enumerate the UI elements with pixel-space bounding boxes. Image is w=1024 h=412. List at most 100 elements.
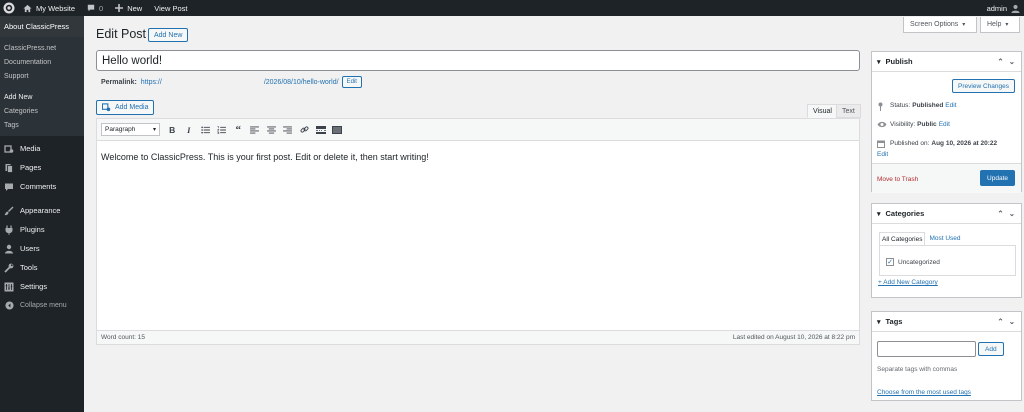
media-icon: [4, 144, 14, 154]
category-checklist: ✓ Uncategorized: [879, 245, 1016, 276]
editor-content[interactable]: Welcome to ClassicPress. This is your fi…: [97, 141, 859, 331]
sidebar-item-comments[interactable]: Comments: [0, 177, 84, 196]
add-tag-button[interactable]: Add: [978, 342, 1004, 356]
categories-box-header[interactable]: ▾ Categories ⌃ ⌄: [872, 204, 1021, 224]
move-up-icon[interactable]: ⌃: [997, 209, 1003, 218]
publish-box: ▾ Publish ⌃ ⌄ Preview Changes Status: Pu…: [871, 51, 1022, 193]
editor-status-bar: Word count: 15 Last edited on August 10,…: [97, 330, 859, 344]
plus-icon: [115, 4, 124, 12]
site-name-link[interactable]: My Website: [17, 0, 81, 16]
category-item[interactable]: ✓ Uncategorized: [886, 258, 940, 266]
checkbox-checked-icon[interactable]: ✓: [886, 258, 894, 266]
tags-box-title: Tags: [885, 317, 903, 326]
classicpress-logo-icon[interactable]: [1, 0, 17, 16]
comments-link[interactable]: 0: [81, 0, 109, 16]
screen-options-tab[interactable]: Screen Options ▾: [903, 17, 977, 33]
move-up-icon[interactable]: ⌃: [997, 57, 1003, 66]
sidebar-item-label: Users: [20, 244, 40, 253]
blockquote-icon[interactable]: “: [230, 123, 247, 137]
numbered-list-icon[interactable]: [214, 123, 231, 137]
tab-text[interactable]: Text: [836, 104, 861, 118]
choose-most-used-tags-link[interactable]: Choose from the most used tags: [877, 389, 971, 396]
collapse-icon: [4, 301, 14, 311]
collapse-menu-button[interactable]: Collapse menu: [0, 296, 84, 315]
read-more-icon[interactable]: [313, 123, 330, 137]
collapse-label: Collapse menu: [20, 302, 67, 309]
sidebar-item-appearance[interactable]: Appearance: [0, 201, 84, 220]
toggle-arrow-icon: ▾: [877, 58, 881, 66]
tab-most-used[interactable]: Most Used: [925, 232, 962, 246]
help-tab[interactable]: Help ▾: [980, 17, 1020, 33]
sidebar-item-users[interactable]: Users: [0, 239, 84, 258]
new-content-link[interactable]: New: [109, 0, 148, 16]
sidebar-link-support[interactable]: Support: [0, 69, 84, 83]
publish-box-header[interactable]: ▾ Publish ⌃ ⌄: [872, 52, 1021, 72]
sidebar-link-classicpress-net[interactable]: ClassicPress.net: [0, 41, 84, 55]
sidebar-item-about[interactable]: About ClassicPress: [0, 16, 84, 37]
categories-box-title: Categories: [885, 209, 925, 218]
format-select-value: Paragraph: [105, 126, 136, 133]
sidebar-item-tools[interactable]: Tools: [0, 258, 84, 277]
sidebar-item-label: Media: [20, 144, 41, 153]
bold-icon[interactable]: B: [164, 123, 181, 137]
published-edit-link[interactable]: Edit: [877, 151, 888, 158]
format-select[interactable]: Paragraph ▾: [101, 123, 160, 136]
toggle-arrow-icon: ▾: [877, 318, 881, 326]
move-to-trash-link[interactable]: Move to Trash: [877, 176, 918, 183]
permalink-edit-button[interactable]: Edit: [341, 76, 362, 88]
visibility-edit-link[interactable]: Edit: [939, 121, 950, 128]
sidebar-item-categories[interactable]: Categories: [0, 104, 84, 118]
tab-visual[interactable]: Visual: [807, 104, 838, 118]
post-editor: Paragraph ▾ B I “ Welcome to ClassicPres…: [96, 118, 860, 345]
italic-icon[interactable]: I: [181, 123, 198, 137]
posts-submenu: Add New Categories Tags: [0, 87, 84, 136]
visibility-value: Public: [917, 121, 937, 128]
sidebar-link-documentation[interactable]: Documentation: [0, 55, 84, 69]
sidebar-item-plugins[interactable]: Plugins: [0, 220, 84, 239]
align-center-icon[interactable]: [263, 123, 280, 137]
chevron-down-icon: ▾: [962, 22, 966, 28]
status-label: Status:: [890, 102, 911, 109]
user-account-link[interactable]: admin: [981, 0, 1024, 16]
link-icon[interactable]: [296, 123, 313, 137]
sidebar-item-pages[interactable]: Pages: [0, 158, 84, 177]
permalink-row: Permalink: https:// /2026/08/10/hello-wor…: [101, 76, 362, 88]
sidebar-item-settings[interactable]: Settings: [0, 277, 84, 296]
chevron-down-icon[interactable]: ⌄: [1009, 317, 1015, 326]
add-media-button[interactable]: Add Media: [96, 100, 155, 115]
users-icon: [4, 244, 14, 254]
tab-all-categories[interactable]: All Categories: [879, 232, 926, 246]
publish-box-title: Publish: [885, 57, 913, 66]
sidebar-item-label: Settings: [20, 282, 48, 291]
move-up-icon[interactable]: ⌃: [997, 317, 1003, 326]
chevron-down-icon[interactable]: ⌄: [1009, 209, 1015, 218]
visibility-row: Visibility: Public Edit: [877, 121, 950, 128]
add-new-button[interactable]: Add New: [148, 28, 189, 42]
avatar-icon: [1011, 4, 1020, 13]
view-post-link[interactable]: View Post: [148, 0, 193, 16]
permalink-link[interactable]: https:// /2026/08/10/hello-world/: [141, 79, 339, 86]
align-right-icon[interactable]: [280, 123, 297, 137]
sidebar-item-tags[interactable]: Tags: [0, 118, 84, 132]
sidebar-item-add-new[interactable]: Add New: [0, 90, 84, 104]
status-edit-link[interactable]: Edit: [945, 102, 956, 109]
update-button[interactable]: Update: [980, 170, 1015, 186]
add-new-category-link[interactable]: + Add New Category: [878, 279, 938, 286]
bullet-list-icon[interactable]: [197, 123, 214, 137]
sidebar-item-media[interactable]: Media: [0, 139, 84, 158]
eye-icon: [877, 121, 887, 128]
toolbar-toggle-icon[interactable]: [329, 123, 346, 137]
admin-sidebar: About ClassicPress ClassicPress.net Docu…: [0, 16, 84, 412]
tag-input[interactable]: [877, 341, 976, 357]
sidebar-item-label: Appearance: [20, 206, 61, 215]
comments-count: 0: [99, 3, 104, 13]
tags-box-header[interactable]: ▾ Tags ⌃ ⌄: [872, 312, 1021, 332]
published-row: Published on: Aug 10, 2026 at 20:22: [877, 140, 999, 148]
classicpress-submenu: About ClassicPress ClassicPress.net Docu…: [0, 16, 84, 87]
chevron-down-icon[interactable]: ⌄: [1009, 57, 1015, 66]
align-left-icon[interactable]: [247, 123, 264, 137]
home-icon: [23, 4, 32, 12]
preview-changes-button[interactable]: Preview Changes: [952, 79, 1015, 93]
help-label: Help: [987, 21, 1002, 28]
post-title-input[interactable]: [96, 50, 860, 71]
